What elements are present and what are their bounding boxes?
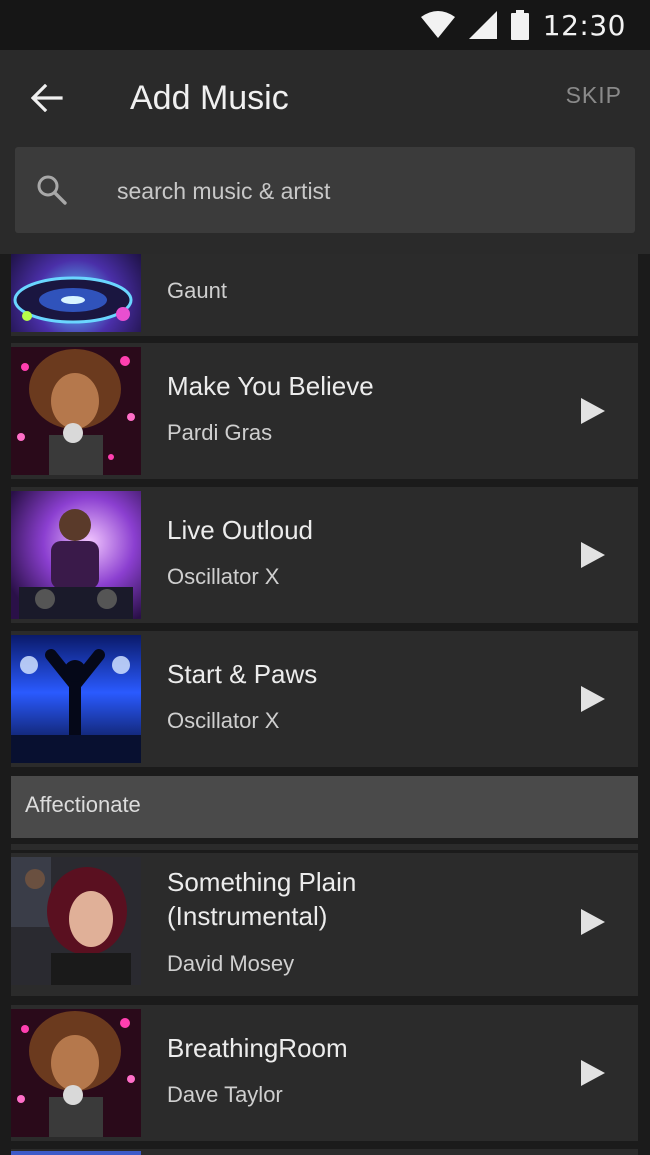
search-icon [37, 175, 67, 205]
play-icon[interactable] [581, 909, 605, 935]
album-cover [11, 635, 141, 763]
track-artist: Gaunt [167, 278, 227, 303]
section-label: Affectionate [25, 792, 141, 817]
track-title: Live Outloud [167, 515, 313, 545]
track-title: Something Plain (Instrumental) [167, 865, 547, 933]
track-title-line: (Instrumental) [167, 901, 328, 931]
divider [11, 844, 638, 850]
track-artist: Oscillator X [167, 708, 280, 733]
play-icon[interactable] [581, 686, 605, 712]
list-item[interactable]: Gaunt [11, 254, 638, 336]
play-icon[interactable] [581, 1060, 605, 1086]
track-title: Start & Paws [167, 659, 318, 689]
app-bar: Add Music SKIP [0, 50, 650, 254]
cell-signal-icon [468, 11, 497, 39]
section-header: Affectionate [11, 776, 638, 838]
list-item[interactable] [11, 1149, 638, 1155]
status-bar: 12:30 [0, 0, 650, 50]
skip-button[interactable]: SKIP [566, 82, 622, 109]
album-cover [11, 857, 141, 985]
search-input[interactable] [115, 147, 619, 235]
album-cover [11, 1009, 141, 1137]
list-item[interactable]: BreathingRoom Dave Taylor [11, 1005, 638, 1141]
search-bar[interactable] [15, 147, 635, 235]
play-icon[interactable] [581, 542, 605, 568]
track-artist: Oscillator X [167, 564, 280, 589]
album-cover [11, 347, 141, 475]
status-time: 12:30 [542, 8, 626, 42]
list-item[interactable]: Start & Paws Oscillator X [11, 631, 638, 767]
list-item[interactable]: Something Plain (Instrumental) David Mos… [11, 853, 638, 996]
page-title: Add Music [130, 79, 289, 117]
battery-icon [510, 10, 529, 40]
track-artist: David Mosey [167, 951, 295, 976]
music-list[interactable]: Gaunt Make You Believe Pardi Gras Live O… [0, 254, 650, 1155]
play-icon[interactable] [581, 398, 605, 424]
track-title-line: Something Plain [167, 867, 357, 897]
arrow-back-icon [31, 84, 63, 112]
list-item[interactable]: Live Outloud Oscillator X [11, 487, 638, 623]
track-title: Make You Believe [167, 371, 374, 401]
track-artist: Dave Taylor [167, 1082, 283, 1107]
track-artist: Pardi Gras [167, 420, 273, 445]
back-button[interactable] [22, 76, 72, 120]
track-title: BreathingRoom [167, 1033, 348, 1063]
album-cover [11, 491, 141, 619]
wifi-icon [420, 11, 455, 38]
album-cover [11, 254, 141, 332]
album-cover [11, 1151, 141, 1155]
list-item[interactable]: Make You Believe Pardi Gras [11, 343, 638, 479]
status-icons: 12:30 [420, 0, 626, 50]
